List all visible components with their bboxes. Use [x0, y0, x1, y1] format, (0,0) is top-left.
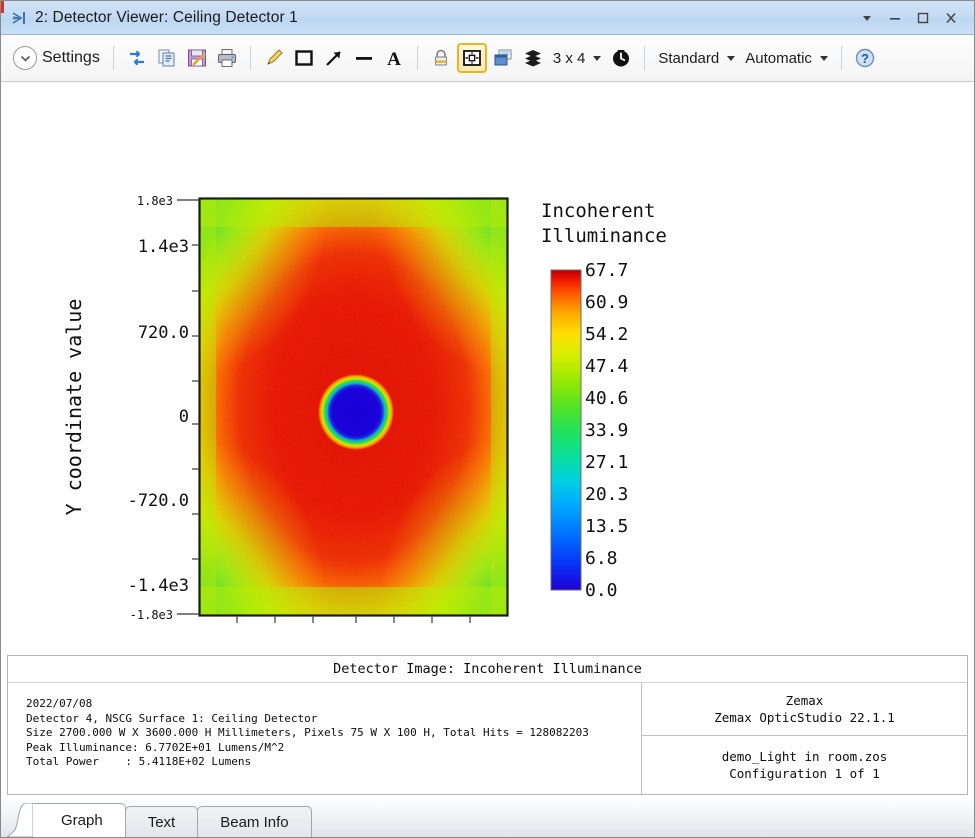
colorbar-title-line1: Incoherent	[541, 200, 655, 222]
maximize-button[interactable]	[910, 6, 936, 30]
info-panel-vendor: Zemax Zemax OpticStudio 22.1.1	[642, 683, 967, 736]
save-icon[interactable]	[183, 44, 211, 72]
colorbar-tick-label: 20.3	[585, 484, 628, 505]
info-panel-meta: Zemax Zemax OpticStudio 22.1.1 demo_Ligh…	[641, 683, 967, 794]
lock-icon[interactable]	[427, 44, 455, 72]
tab-text-label: Text	[147, 813, 176, 831]
svg-text:A: A	[387, 49, 401, 69]
info-panel-header: Detector Image: Incoherent Illuminance	[8, 656, 967, 683]
colorbar-tick-labels: 67.7 60.9 54.2 47.4 40.6 33.9 27.1 20.3 13.5 6.8 0…	[585, 260, 628, 601]
tab-graph[interactable]: Graph	[33, 803, 126, 837]
detach-window-icon[interactable]	[489, 44, 517, 72]
rectangle-icon[interactable]	[290, 44, 318, 72]
chevron-down-icon	[819, 55, 828, 61]
colorbar-tick-label: 33.9	[585, 420, 628, 441]
clock-icon[interactable]	[607, 44, 635, 72]
svg-text:-720.0: -720.0	[128, 491, 189, 511]
view-tab-bar: Graph Text Beam Info	[1, 795, 974, 837]
info-panel-file: demo_Light in room.zos Configuration 1 o…	[642, 736, 967, 794]
style-dropdown[interactable]: Standard	[654, 41, 739, 75]
title-bar: 2: Detector Viewer: Ceiling Detector 1	[1, 1, 974, 35]
colorbar-tick-label: 67.7	[585, 260, 628, 281]
colorbar-tick-label: 54.2	[585, 324, 628, 345]
chevron-down-icon	[593, 55, 602, 61]
line-icon[interactable]	[350, 44, 378, 72]
svg-text:-1.8e3: -1.8e3	[130, 608, 173, 622]
central-null-region	[318, 374, 394, 450]
vendor-name: Zemax	[785, 693, 824, 708]
settings-label: Settings	[42, 49, 100, 66]
heatmap-field	[200, 199, 507, 615]
window-controls	[854, 6, 974, 30]
configuration-label: Configuration 1 of 1	[729, 766, 880, 781]
close-button[interactable]	[938, 6, 964, 30]
colorbar-tick-label: 40.6	[585, 388, 628, 409]
detector-plot-area[interactable]: 1.8e3 1.4e3 720.0 0 -720.0 -1.4e3 -1.8e3…	[1, 82, 974, 651]
copy-icon[interactable]	[153, 44, 181, 72]
info-panel-body: 2022/07/08 Detector 4, NSCG Surface 1: C…	[8, 683, 967, 794]
title-accent-stripe	[1, 1, 4, 13]
detector-heatmap-figure: 1.8e3 1.4e3 720.0 0 -720.0 -1.4e3 -1.8e3…	[62, 194, 667, 623]
toolbar-separator	[416, 46, 418, 70]
tab-text[interactable]: Text	[124, 806, 199, 837]
tab-beam-info[interactable]: Beam Info	[197, 806, 312, 837]
detector-viewer-icon	[7, 10, 33, 26]
toolbar-separator	[249, 46, 251, 70]
grid-size-dropdown[interactable]: 3 x 4	[549, 41, 606, 75]
colorbar-tick-label: 27.1	[585, 452, 628, 473]
colorbar-tick-label: 0.0	[585, 580, 618, 601]
help-icon[interactable]: ?	[851, 44, 879, 72]
scale-label: Automatic	[745, 49, 812, 67]
colorbar-tick-label: 47.4	[585, 356, 628, 377]
svg-text:-1.4e3: -1.4e3	[128, 576, 189, 596]
chevron-down-icon	[13, 46, 37, 70]
toolbar-separator	[840, 46, 842, 70]
chevron-down-icon	[727, 55, 736, 61]
colorbar-tick-label: 13.5	[585, 516, 628, 537]
scale-dropdown[interactable]: Automatic	[741, 41, 832, 75]
file-name: demo_Light in room.zos	[721, 749, 888, 764]
colorbar	[550, 269, 582, 591]
minimize-button[interactable]	[882, 6, 908, 30]
window-title: 2: Detector Viewer: Ceiling Detector 1	[35, 8, 298, 26]
tab-leading-curve	[7, 803, 33, 837]
info-panel-details: 2022/07/08 Detector 4, NSCG Surface 1: C…	[26, 697, 589, 768]
toolbar-separator	[112, 46, 114, 70]
svg-text:1.8e3: 1.8e3	[137, 194, 173, 208]
svg-text:1.4e3: 1.4e3	[138, 237, 189, 257]
colorbar-tick-label: 60.9	[585, 292, 628, 313]
tab-beam-info-label: Beam Info	[220, 813, 289, 831]
print-icon[interactable]	[213, 44, 241, 72]
toolbar-separator	[644, 46, 646, 70]
svg-text:720.0: 720.0	[138, 323, 189, 343]
svg-text:?: ?	[861, 51, 869, 66]
style-label: Standard	[658, 49, 720, 67]
x-axis-ticks	[236, 616, 471, 623]
detector-info-panel: Detector Image: Incoherent Illuminance 2…	[7, 655, 968, 795]
colorbar-title-line2: Illuminance	[541, 225, 667, 247]
layers-icon[interactable]	[519, 44, 547, 72]
svg-text:0: 0	[179, 407, 189, 427]
vendor-product: Zemax OpticStudio 22.1.1	[714, 710, 895, 725]
y-tick-labels: 1.8e3 1.4e3 720.0 0 -720.0 -1.4e3 -1.8e3	[128, 194, 189, 622]
dropdown-arrow-button[interactable]	[854, 6, 880, 30]
settings-button[interactable]: Settings	[9, 41, 104, 75]
refresh-icon[interactable]	[123, 44, 151, 72]
arrow-icon[interactable]	[320, 44, 348, 72]
text-annotation-icon[interactable]: A	[380, 44, 408, 72]
tab-graph-label: Graph	[61, 812, 103, 829]
colorbar-tick-label: 6.8	[585, 548, 618, 569]
fit-window-icon[interactable]	[456, 43, 487, 73]
pencil-icon[interactable]	[260, 44, 288, 72]
grid-size-label: 3 x 4	[552, 49, 586, 67]
detector-viewer-window: 2: Detector Viewer: Ceiling Detector 1 S…	[0, 0, 975, 838]
y-axis-title: Y coordinate value	[62, 299, 86, 516]
toolbar: Settings A 3 x 4 Standard Automatic ?	[1, 35, 974, 82]
